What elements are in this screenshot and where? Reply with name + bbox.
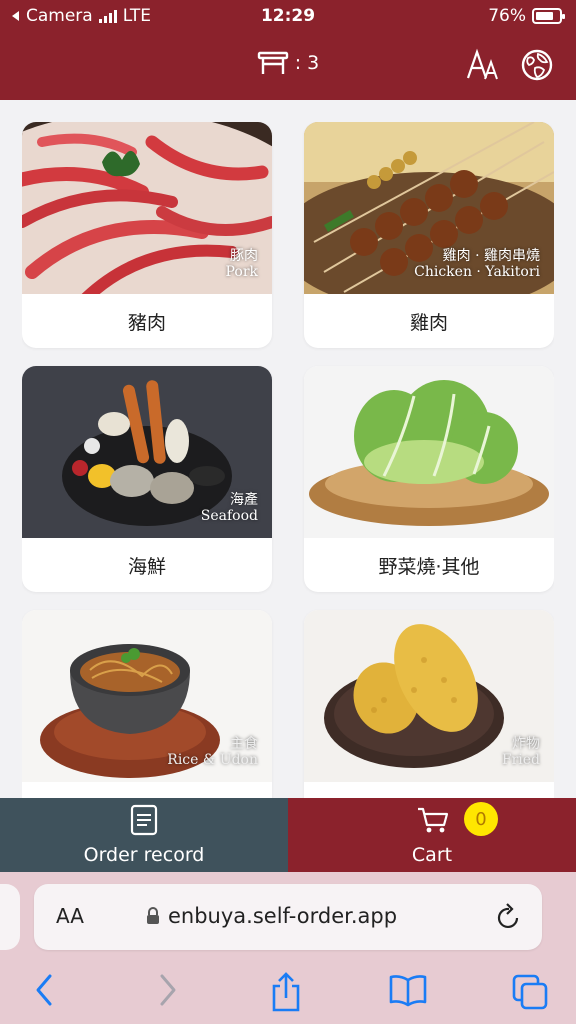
seafood-caption: 海產 Seafood [200, 492, 258, 524]
lock-icon [147, 907, 159, 924]
category-label [304, 782, 554, 798]
category-label: 野菜燒·其他 [378, 555, 480, 578]
bottom-nav: Order record 0 Cart [0, 798, 576, 872]
table-icon [257, 51, 288, 74]
order-record-icon [130, 804, 158, 836]
pork-caption: 豚肉 Pork [225, 248, 258, 280]
cart-label: Cart [411, 844, 453, 866]
category-grid: 豚肉 Pork 豬肉 雞肉 · 雞肉串燒 Chicken · Yakitori … [22, 122, 554, 798]
bookmarks-icon[interactable] [388, 972, 428, 1008]
fried-caption: 炸物 Fried [501, 736, 540, 768]
cart-icon [418, 807, 449, 833]
font-size-icon[interactable] [466, 48, 500, 82]
browser-toolbar [0, 968, 576, 1018]
category-card-fried[interactable]: 炸物 Fried [304, 610, 554, 798]
category-label [22, 782, 272, 798]
share-icon[interactable] [270, 972, 302, 1012]
previous-tab-peek[interactable] [0, 884, 20, 950]
pork-image: 豚肉 Pork [22, 122, 272, 294]
address-bar[interactable]: AA enbuya.self-order.app [34, 884, 542, 950]
chicken-image: 雞肉 · 雞肉串燒 Chicken · Yakitori [304, 122, 554, 294]
table-number: : 3 [294, 52, 320, 74]
category-card-seafood[interactable]: 海產 Seafood 海鮮 [22, 366, 272, 592]
category-label: 豬肉 [127, 311, 166, 334]
battery-percent: 76% [488, 6, 526, 26]
category-card-pork[interactable]: 豚肉 Pork 豬肉 [22, 122, 272, 348]
forward-icon[interactable] [156, 972, 180, 1008]
rice-udon-image: 主食 Rice & Udon [22, 610, 272, 782]
status-bar: Camera LTE 12:29 76% [0, 0, 576, 34]
category-card-rice-udon[interactable]: 主食 Rice & Udon [22, 610, 272, 798]
category-label: 雞肉 [409, 311, 448, 334]
battery-icon [532, 8, 565, 24]
seafood-image: 海產 Seafood [22, 366, 272, 538]
url-text: enbuya.self-order.app [168, 904, 398, 928]
order-record-label: Order record [83, 844, 205, 866]
order-record-button[interactable]: Order record [0, 798, 288, 872]
language-globe-icon[interactable] [520, 48, 554, 82]
category-card-vegetables[interactable]: 野菜燒·其他 [304, 366, 554, 592]
app-header: Camera LTE 12:29 76% : 3 [0, 0, 576, 100]
fried-image: 炸物 Fried [304, 610, 554, 782]
category-card-chicken[interactable]: 雞肉 · 雞肉串燒 Chicken · Yakitori 雞肉 [304, 122, 554, 348]
browser-chrome: AA enbuya.self-order.app [0, 872, 576, 1024]
chicken-caption: 雞肉 · 雞肉串燒 Chicken · Yakitori [414, 248, 540, 280]
cart-count-badge: 0 [464, 802, 498, 836]
back-icon[interactable] [32, 972, 56, 1008]
tabs-icon[interactable] [510, 972, 550, 1012]
rice-udon-caption: 主食 Rice & Udon [167, 736, 258, 768]
reader-aa-button[interactable]: AA [56, 904, 84, 928]
vegetables-image [304, 366, 554, 538]
reload-icon[interactable] [496, 902, 522, 930]
cart-button[interactable]: 0 Cart [288, 798, 576, 872]
category-label: 海鮮 [127, 555, 166, 578]
